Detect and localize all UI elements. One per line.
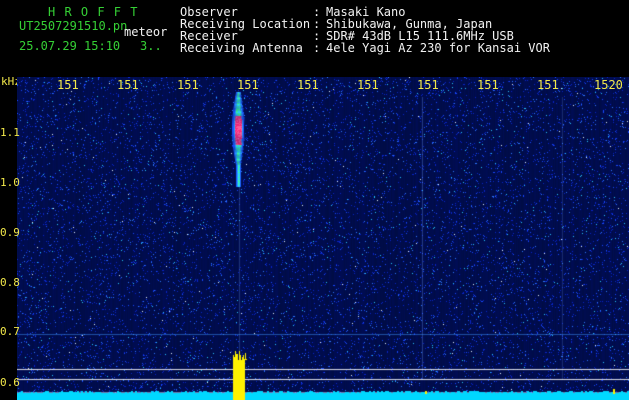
app-title: H R O F F T bbox=[48, 5, 139, 19]
y-tick-label: 1.1 bbox=[0, 126, 20, 139]
x-tick-label: 151 bbox=[537, 78, 559, 92]
x-tick-label: 151 bbox=[297, 78, 319, 92]
x-tick-label: 151 bbox=[57, 78, 79, 92]
antenna-label: Receiving Antenna bbox=[180, 41, 303, 55]
antenna-value: 4ele Yagi Az 230 for Kansai VOR bbox=[326, 41, 550, 55]
x-tick-label: 1520 bbox=[594, 78, 623, 92]
observation-tag: meteor bbox=[124, 25, 168, 39]
x-tick-label: 151 bbox=[477, 78, 499, 92]
x-tick-label: 151 bbox=[237, 78, 259, 92]
x-tick-label: 151 bbox=[417, 78, 439, 92]
datetime: 25.07.29 15:10 bbox=[19, 39, 121, 53]
interval-value: 3.. bbox=[140, 39, 162, 53]
y-tick-label: 1.0 bbox=[0, 176, 20, 189]
antenna-colon: : bbox=[313, 41, 321, 55]
x-tick-label: 151 bbox=[117, 78, 139, 92]
x-tick-label: 151 bbox=[177, 78, 199, 92]
file-name: UT2507291510.pn bbox=[19, 19, 128, 33]
y-tick-label: 0.8 bbox=[0, 276, 20, 289]
x-tick-label: 151 bbox=[357, 78, 379, 92]
y-tick-label: 0.7 bbox=[0, 325, 20, 338]
hroft-spectrogram-screen: H R O F F T UT2507291510.pn meteor 25.07… bbox=[0, 0, 629, 400]
spectrogram-canvas[interactable] bbox=[17, 77, 629, 400]
y-tick-label: 0.6 bbox=[0, 376, 20, 389]
y-tick-label: 0.9 bbox=[0, 226, 20, 239]
